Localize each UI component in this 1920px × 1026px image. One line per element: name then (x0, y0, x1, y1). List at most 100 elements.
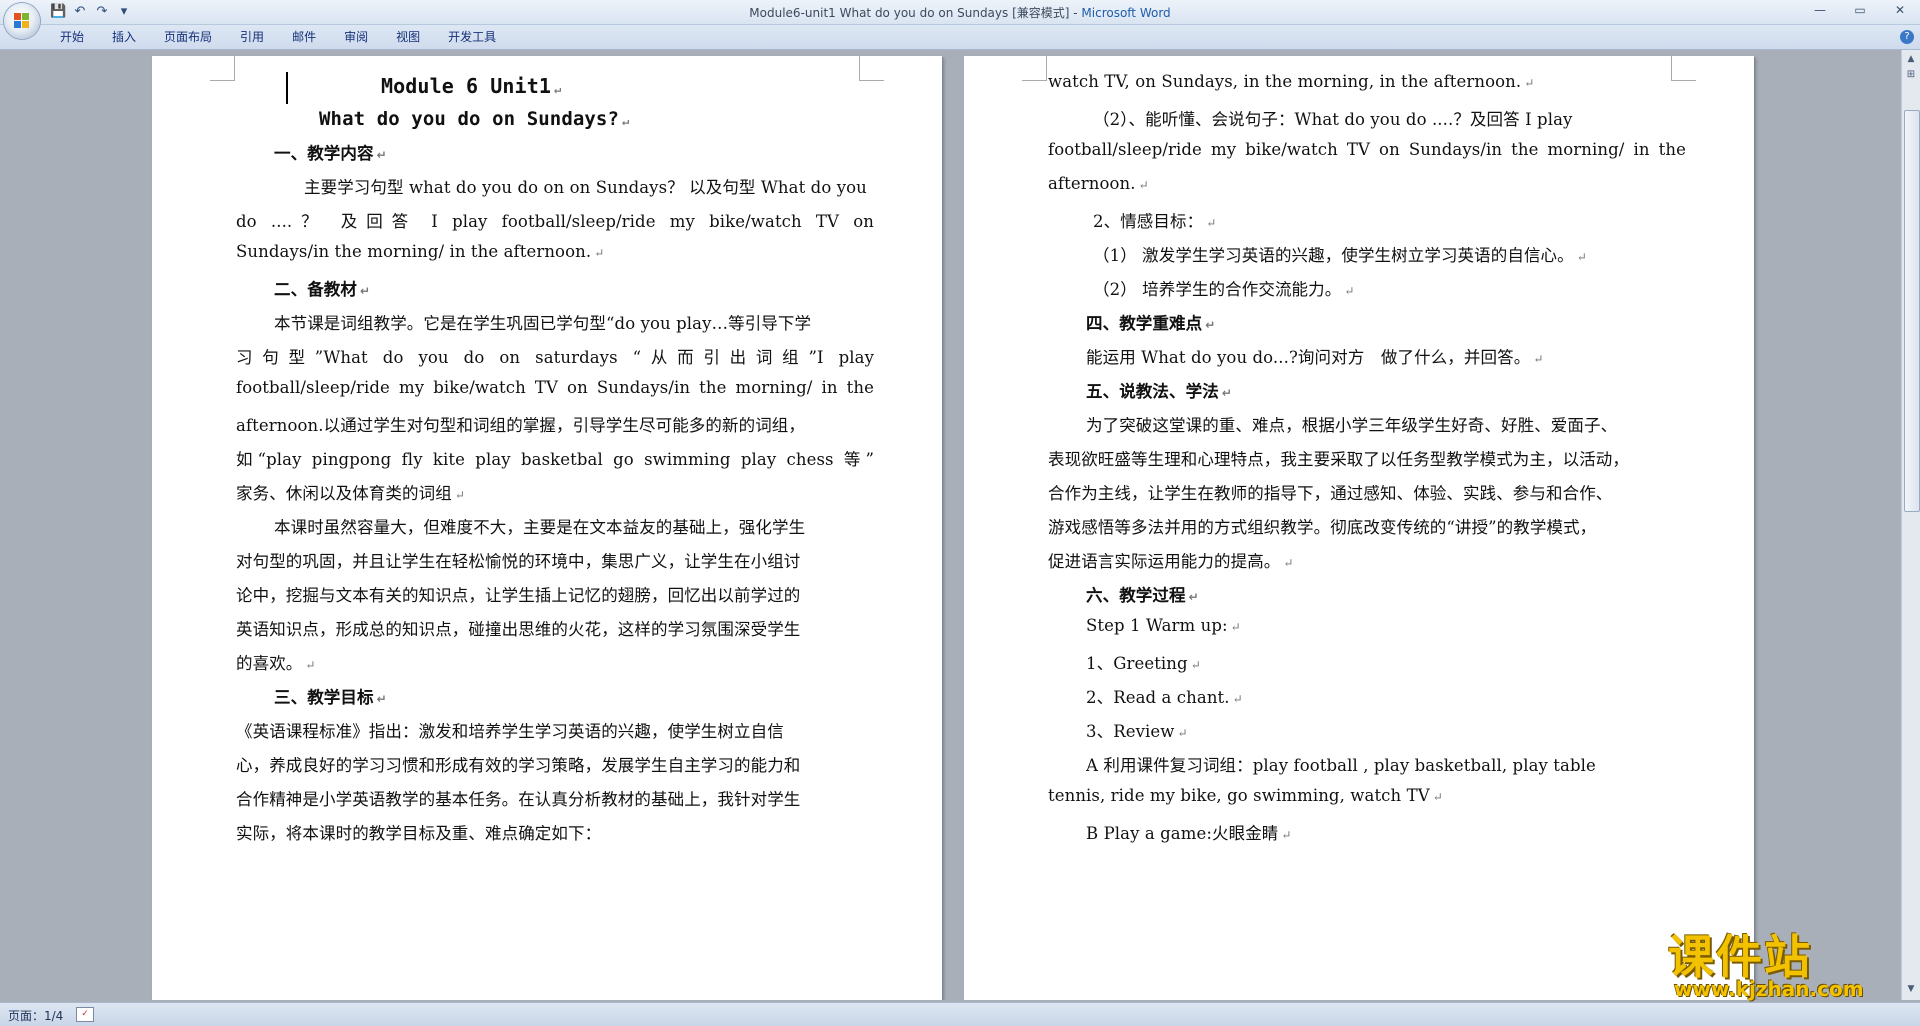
office-logo-icon (14, 13, 30, 29)
page2-line[interactable]: 促进语言实际运用能力的提高。 ↵ (1048, 548, 1294, 572)
line-text: 能运用 What do you do...?询问对方 做了什么，并回答。 (1086, 348, 1531, 367)
page2-line[interactable]: 3、Review ↵ (1086, 718, 1188, 742)
page2-line[interactable]: B Play a game:火眼金睛 ↵ (1086, 820, 1292, 844)
status-bar: 页面：1/4 ✓ (0, 1002, 1920, 1026)
crop-mark (859, 56, 884, 81)
crop-mark (1022, 56, 1047, 81)
page2-line[interactable]: A 利用课件复习词组：play football , play basketba… (1086, 752, 1596, 776)
close-button[interactable]: ✕ (1880, 0, 1920, 22)
page2-line[interactable]: 2、Read a chant. ↵ (1086, 684, 1243, 708)
watermark-url: www.kjzhan.com (1674, 977, 1864, 1001)
page2-line[interactable]: （1） 激发学生学习英语的兴趣，使学生树立学习英语的自信心。 ↵ (1093, 242, 1587, 266)
line-text: 如“play pingpong fly kite play basketbal … (236, 450, 874, 469)
paragraph-mark-icon: ↵ (1576, 250, 1587, 264)
page2-line[interactable]: 表现欲旺盛等生理和心理特点，我主要采取了以任务型教学模式为主，以活动， (1048, 446, 1629, 470)
line-text: 《英语课程标准》指出：激发和培养学生学习英语的兴趣，使学生树立自信 (236, 722, 784, 741)
line-text: Sundays/in the morning/ in the afternoon… (236, 242, 592, 261)
proofing-icon[interactable]: ✓ (76, 1007, 94, 1022)
page2-line[interactable]: 四、教学重难点 ↵ (1086, 310, 1215, 334)
paragraph-mark-icon: ↵ (594, 246, 605, 260)
page1-line[interactable]: 论中，挖掘与文本有关的知识点，让学生插上记忆的翅膀，回忆出以前学过的 (236, 582, 800, 606)
page2-line[interactable]: 2、情感目标： ↵ (1093, 208, 1216, 232)
page2-line[interactable]: （2）、能听懂、会说句子：What do you do ....？及回答 I p… (1093, 106, 1572, 130)
paragraph-mark-icon: ↵ (1230, 620, 1241, 634)
page1-line[interactable]: 实际，将本课时的教学目标及重、难点确定如下： (236, 820, 601, 844)
page1-line[interactable]: 的喜欢。 ↵ (236, 650, 316, 674)
vertical-scrollbar[interactable]: ▲ ⊞ ▼ (1901, 50, 1920, 1000)
page2-line[interactable]: 1、Greeting ↵ (1086, 650, 1201, 674)
line-text: 本节课是词组教学。它是在学生巩固已学句型“do you play…等引导下学 (274, 314, 812, 333)
page1-line[interactable]: Sundays/in the morning/ in the afternoon… (236, 242, 604, 261)
page2-line[interactable]: 合作为主线，让学生在教师的指导下，通过感知、体验、实践、参与和合作、 (1048, 480, 1612, 504)
app-name: Microsoft Word (1081, 6, 1171, 20)
page2-line[interactable]: 能运用 What do you do...?询问对方 做了什么，并回答。 ↵ (1086, 344, 1543, 368)
page1-line[interactable]: 如“play pingpong fly kite play basketbal … (236, 446, 874, 470)
help-icon[interactable]: ? (1900, 30, 1914, 44)
page1-line[interactable]: 本节课是词组教学。它是在学生巩固已学句型“do you play…等引导下学 (274, 310, 811, 334)
page1-line[interactable]: 三、教学目标 ↵ (274, 684, 387, 708)
page2-line[interactable]: 五、说教法、学法 ↵ (1086, 378, 1232, 402)
document-area[interactable]: Module 6 Unit1 ↵ What do you do on Sundays… (0, 50, 1902, 1000)
page2-line[interactable]: watch TV, on Sundays, in the morning, in… (1048, 72, 1534, 91)
page2-line[interactable]: afternoon. ↵ (1048, 174, 1149, 193)
tab-developer[interactable]: 开发工具 (434, 29, 510, 45)
page1-line[interactable]: 心，养成良好的学习习惯和形成有效的学习策略，发展学生自主学习的能力和 (236, 752, 800, 776)
page1-line[interactable]: Module 6 Unit1 ↵ (381, 74, 561, 98)
paragraph-mark-icon: ↵ (454, 488, 465, 502)
page1-line[interactable]: What do you do on Sundays? ↵ (319, 108, 629, 130)
page1-line[interactable]: 二、备教材 ↵ (274, 276, 370, 300)
tab-references[interactable]: 引用 (226, 29, 278, 45)
page-2[interactable]: watch TV, on Sundays, in the morning, in… (964, 56, 1754, 1000)
minimize-button[interactable]: — (1800, 0, 1840, 22)
scroll-down-icon[interactable]: ▼ (1904, 982, 1918, 996)
tab-insert[interactable]: 插入 (98, 29, 150, 45)
page1-line[interactable]: 对句型的巩固，并且让学生在轻松愉悦的环境中，集思广义，让学生在小组讨 (236, 548, 800, 572)
page1-line[interactable]: do ....？ 及回答 I play football/sleep/ride … (236, 208, 874, 232)
page-1[interactable]: Module 6 Unit1 ↵ What do you do on Sundays… (152, 56, 942, 1000)
crop-mark (210, 56, 235, 81)
page2-line[interactable]: football/sleep/ride my bike/watch TV on … (1048, 140, 1686, 159)
text-cursor (286, 72, 288, 104)
paragraph-mark-icon: ↵ (1205, 318, 1216, 332)
line-text: 促进语言实际运用能力的提高。 (1048, 552, 1281, 571)
document-name: Module6-unit1 What do you do on Sundays … (749, 6, 1082, 20)
page2-line[interactable]: 游戏感悟等多法并用的方式组织教学。彻底改变传统的“讲授”的教学模式， (1048, 514, 1596, 538)
page1-line[interactable]: 《英语课程标准》指出：激发和培养学生学习英语的兴趣，使学生树立自信 (236, 718, 784, 742)
view-ruler-icon[interactable]: ⊞ (1904, 68, 1918, 82)
scroll-thumb[interactable] (1904, 110, 1920, 512)
paragraph-mark-icon: ↵ (1221, 386, 1232, 400)
page2-line[interactable]: 六、教学过程 ↵ (1086, 582, 1199, 606)
page1-line[interactable]: afternoon.以通过学生对句型和词组的掌握，引导学生尽可能多的新的词组， (236, 412, 805, 436)
page1-line[interactable]: 合作精神是小学英语教学的基本任务。在认真分析教材的基础上，我针对学生 (236, 786, 800, 810)
crop-mark (1671, 56, 1696, 81)
page2-line[interactable]: Step 1 Warm up: ↵ (1086, 616, 1241, 635)
page1-line[interactable]: 一、教学内容 ↵ (274, 140, 387, 164)
paragraph-mark-icon: ↵ (1177, 726, 1188, 740)
line-text: B Play a game:火眼金睛 (1086, 824, 1279, 843)
tab-review[interactable]: 审阅 (330, 29, 382, 45)
page1-line[interactable]: 本课时虽然容量大，但难度不大，主要是在文本益友的基础上，强化学生 (274, 514, 805, 538)
page1-line[interactable]: 主要学习句型 what do you do on on Sundays？ 以及句… (304, 174, 867, 198)
line-text: 实际，将本课时的教学目标及重、难点确定如下： (236, 824, 602, 843)
tab-mailings[interactable]: 邮件 (278, 29, 330, 45)
line-text: watch TV, on Sundays, in the morning, in… (1048, 72, 1522, 91)
page1-line[interactable]: football/sleep/ride my bike/watch TV on … (236, 378, 874, 397)
page2-line[interactable]: tennis, ride my bike, go swimming, watch… (1048, 786, 1443, 805)
page1-line[interactable]: 家务、休闲以及体育类的词组 ↵ (236, 480, 465, 504)
line-text: （2）、能听懂、会说句子：What do you do ....？及回答 I p… (1093, 110, 1573, 129)
page1-line[interactable]: 英语知识点，形成总的知识点，碰撞出思维的火花，这样的学习氛围深受学生 (236, 616, 800, 640)
scroll-up-icon[interactable]: ▲ (1904, 52, 1918, 66)
maximize-button[interactable]: ▭ (1840, 0, 1880, 22)
paragraph-mark-icon: ↵ (622, 114, 630, 128)
tab-page-layout[interactable]: 页面布局 (150, 29, 226, 45)
page1-line[interactable]: 习句型”What do you do on saturdays “从而引出词组”… (236, 344, 874, 368)
tab-home[interactable]: 开始 (46, 29, 98, 45)
page-count[interactable]: 页面：1/4 (8, 1007, 63, 1024)
page2-line[interactable]: （2） 培养学生的合作交流能力。 ↵ (1093, 276, 1355, 300)
page2-line[interactable]: 为了突破这堂课的重、难点，根据小学三年级学生好奇、好胜、爱面子、 (1086, 412, 1617, 436)
line-text: 2、情感目标： (1093, 212, 1204, 231)
paragraph-mark-icon: ↵ (1206, 216, 1217, 230)
tab-view[interactable]: 视图 (382, 29, 434, 45)
office-button[interactable] (4, 3, 40, 39)
line-text: 2、Read a chant. (1086, 688, 1230, 707)
